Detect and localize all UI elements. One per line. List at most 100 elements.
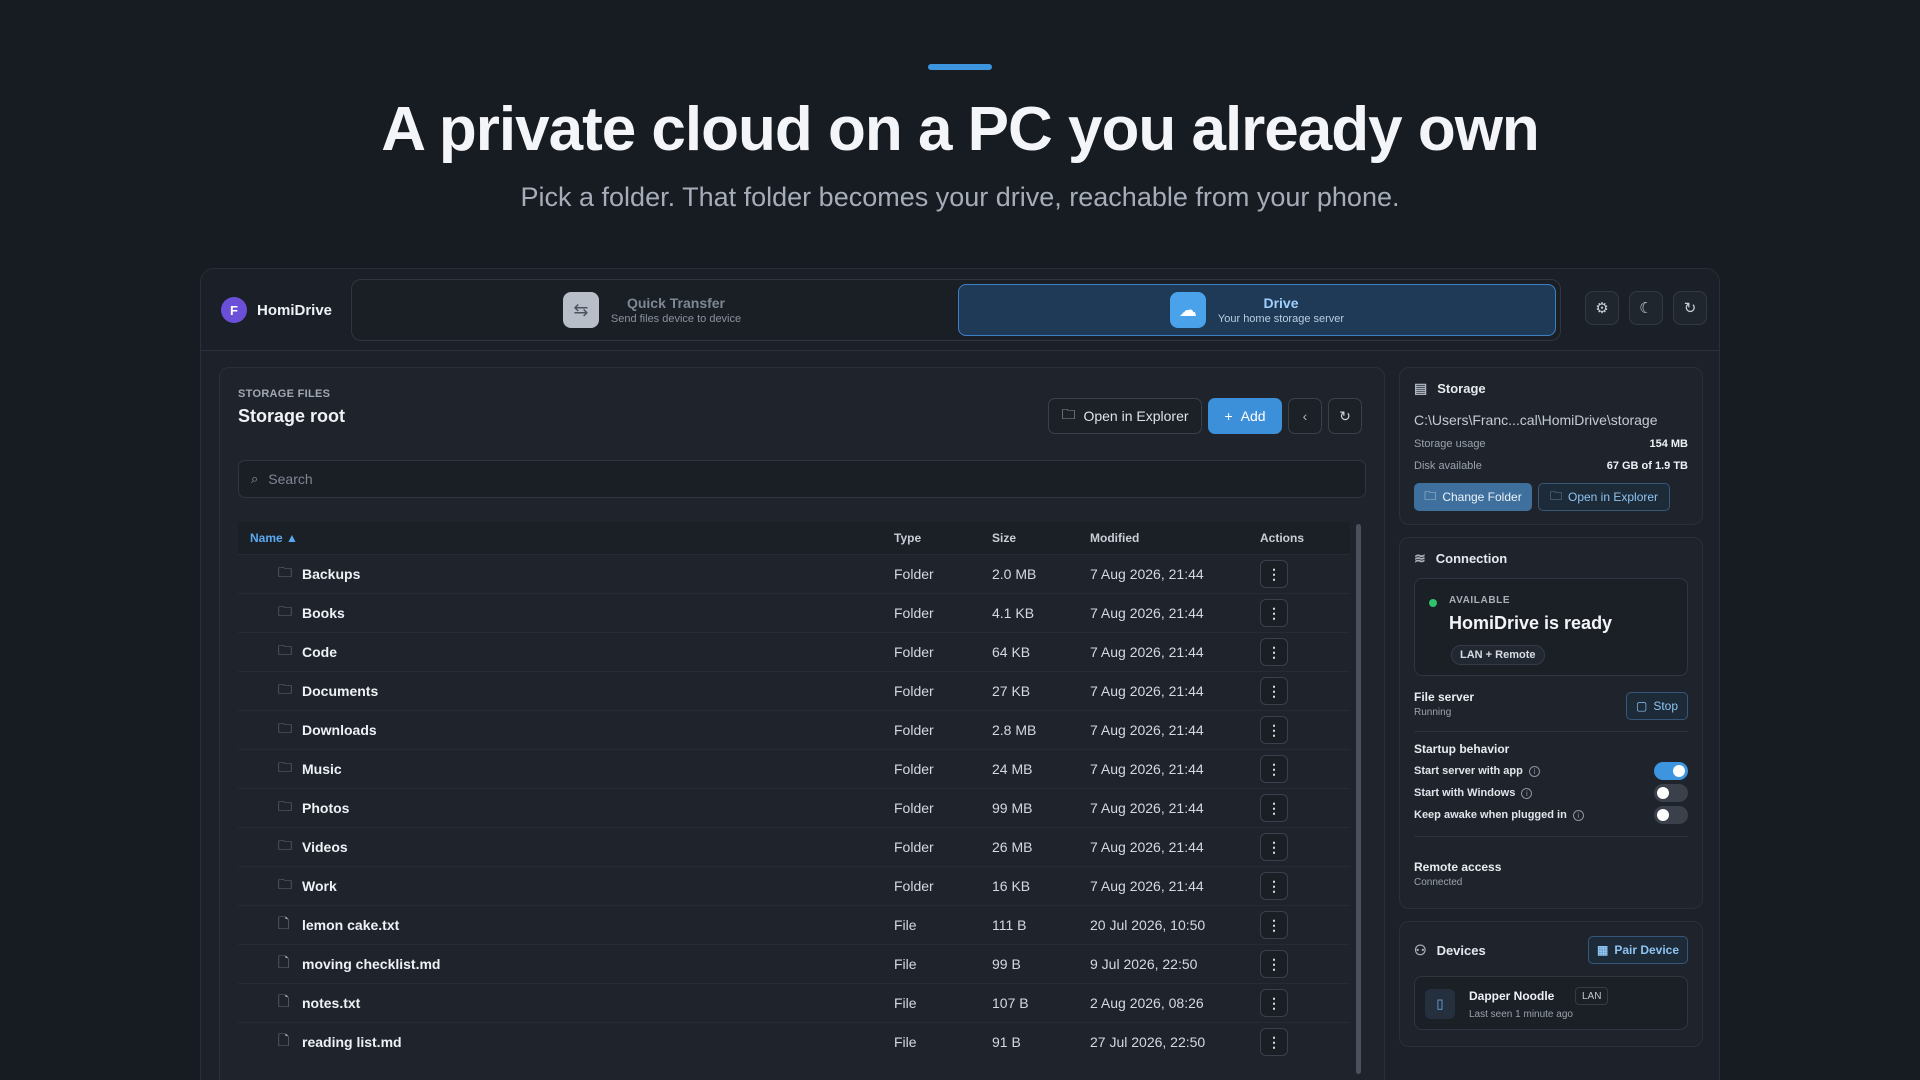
info-icon[interactable]: i	[1528, 765, 1540, 777]
toggle-switch[interactable]	[1654, 762, 1688, 780]
storage-open-in-explorer-button[interactable]: 🗀 Open in Explorer	[1538, 483, 1670, 511]
table-row[interactable]: 🗀 Books Folder 4.1 KB 7 Aug 2026, 21:44 ⋮	[238, 593, 1350, 632]
row-actions-button[interactable]: ⋮	[1260, 911, 1288, 939]
table-row[interactable]: 🗀 Code Folder 64 KB 7 Aug 2026, 21:44 ⋮	[238, 632, 1350, 671]
table-row[interactable]: 🗀 Downloads Folder 2.8 MB 7 Aug 2026, 21:44 ⋮	[238, 710, 1350, 749]
storage-path: C:\Users\Franc...cal\HomiDrive\storage	[1414, 412, 1658, 428]
table-row[interactable]: 🗀 Backups Folder 2.0 MB 7 Aug 2026, 21:44 ⋮	[238, 554, 1350, 593]
row-name: Work	[302, 878, 337, 894]
change-folder-button[interactable]: 🗀 Change Folder	[1414, 483, 1532, 511]
stop-server-button[interactable]: ▢ Stop	[1626, 692, 1688, 720]
folder-icon: 🗀	[278, 759, 292, 775]
table-row[interactable]: 🗋 notes.txt File 107 B 2 Aug 2026, 08:26 ⋮	[238, 983, 1350, 1022]
row-actions-button[interactable]: ⋮	[1260, 638, 1288, 666]
row-modified: 20 Jul 2026, 10:50	[1090, 917, 1206, 933]
row-actions-cell: ⋮	[1260, 1028, 1340, 1056]
table-row[interactable]: 🗀 Videos Folder 26 MB 7 Aug 2026, 21:44 ⋮	[238, 827, 1350, 866]
toggle-switch[interactable]	[1654, 806, 1688, 824]
row-name: Code	[302, 644, 337, 660]
table-row[interactable]: 🗋 lemon cake.txt File 111 B 20 Jul 2026, 10:…	[238, 905, 1350, 944]
column-name-header[interactable]: Name ▲	[238, 531, 894, 545]
toggle-label: Start with Windows	[1414, 787, 1516, 799]
row-actions-button[interactable]: ⋮	[1260, 989, 1288, 1017]
brand-name: HomiDrive	[257, 301, 333, 319]
table-row[interactable]: 🗀 Music Folder 24 MB 7 Aug 2026, 21:44 ⋮	[238, 749, 1350, 788]
table-scrollbar[interactable]	[1356, 524, 1361, 1074]
table-row[interactable]: 🗀 Documents Folder 27 KB 7 Aug 2026, 21:44 ⋮	[238, 671, 1350, 710]
theme-toggle-button[interactable]: ☾	[1629, 291, 1663, 325]
connection-title: Connection	[1435, 551, 1508, 566]
row-actions-button[interactable]: ⋮	[1260, 716, 1288, 744]
file-server-status: Running	[1414, 707, 1452, 718]
pair-device-button[interactable]: ▦ Pair Device	[1588, 936, 1688, 964]
column-type-header[interactable]: Type	[894, 531, 992, 545]
column-modified-header[interactable]: Modified	[1090, 531, 1260, 545]
storage-usage-row: Storage usage 154 MB	[1414, 438, 1688, 450]
row-actions-button[interactable]: ⋮	[1260, 599, 1288, 627]
row-actions-button[interactable]: ⋮	[1260, 560, 1288, 588]
row-name: moving checklist.md	[302, 956, 441, 972]
row-actions-cell: ⋮	[1260, 794, 1340, 822]
avatar[interactable]: F	[221, 297, 247, 323]
row-type: Folder	[894, 683, 934, 699]
storage-header: ▤ Storage	[1414, 380, 1486, 397]
info-icon[interactable]: i	[1521, 787, 1533, 799]
more-vertical-icon: ⋮	[1267, 877, 1281, 894]
cloud-icon: ☁	[1169, 292, 1206, 328]
toggle-switch[interactable]	[1654, 784, 1688, 802]
row-name-cell: 🗋 reading list.md	[238, 1030, 894, 1054]
table-row[interactable]: 🗋 moving checklist.md File 99 B 9 Jul 2026, …	[238, 944, 1350, 983]
row-size: 99 B	[992, 956, 1021, 972]
page-title: Storage root	[238, 406, 346, 426]
row-actions-button[interactable]: ⋮	[1260, 794, 1288, 822]
row-actions-button[interactable]: ⋮	[1260, 872, 1288, 900]
row-actions-button[interactable]: ⋮	[1260, 950, 1288, 978]
row-actions-button[interactable]: ⋮	[1260, 755, 1288, 783]
files-refresh-button[interactable]: ↻	[1328, 398, 1362, 434]
status-dot	[1429, 599, 1437, 607]
row-actions-cell: ⋮	[1260, 638, 1340, 666]
tab-quick-transfer-title: Quick Transfer	[626, 295, 726, 311]
divider	[1414, 836, 1688, 837]
open-in-explorer-button[interactable]: 🗀 Open in Explorer	[1048, 398, 1202, 434]
tab-drive[interactable]: ☁ Drive Your home storage server	[958, 284, 1556, 336]
row-type: Folder	[894, 878, 934, 894]
column-size-header[interactable]: Size	[992, 531, 1090, 545]
row-modified: 9 Jul 2026, 22:50	[1090, 956, 1198, 972]
settings-button[interactable]: ⚙	[1585, 291, 1619, 325]
row-type: File	[894, 995, 917, 1011]
toggle-label: Start server with app	[1414, 765, 1523, 777]
refresh-icon: ↻	[1683, 300, 1697, 317]
toggle-label-wrap: Start server with app i	[1414, 765, 1540, 777]
table-row[interactable]: 🗋 reading list.md File 91 B 27 Jul 2026, 22:…	[238, 1022, 1350, 1061]
folder-icon: 🗀	[278, 876, 292, 892]
row-size: 2.8 MB	[992, 722, 1037, 738]
row-name: Backups	[302, 566, 361, 582]
row-actions-button[interactable]: ⋮	[1260, 833, 1288, 861]
row-actions-cell: ⋮	[1260, 716, 1340, 744]
row-modified: 7 Aug 2026, 21:44	[1090, 644, 1204, 660]
more-vertical-icon: ⋮	[1267, 565, 1281, 582]
tab-quick-transfer[interactable]: ⇆ Quick Transfer Send files device to de…	[356, 284, 948, 336]
app-refresh-button[interactable]: ↻	[1673, 291, 1707, 325]
add-button[interactable]: + Add	[1208, 398, 1282, 434]
table-body: 🗀 Backups Folder 2.0 MB 7 Aug 2026, 21:44 ⋮ 🗀 B…	[238, 554, 1350, 1061]
storage-title: Storage	[1437, 381, 1486, 396]
back-button[interactable]: ‹	[1288, 398, 1322, 434]
info-icon[interactable]: i	[1572, 809, 1584, 821]
table-row[interactable]: 🗀 Work Folder 16 KB 7 Aug 2026, 21:44 ⋮	[238, 866, 1350, 905]
device-item[interactable]: ▯ Dapper Noodle LAN Last seen 1 minute a…	[1414, 976, 1688, 1030]
more-vertical-icon: ⋮	[1267, 643, 1281, 660]
search-input[interactable]	[268, 471, 1349, 487]
remote-access-title: Remote access	[1414, 860, 1502, 874]
row-actions-button[interactable]: ⋮	[1260, 677, 1288, 705]
files-panel: STORAGE FILES Storage root 🗀 Open in Exp…	[219, 367, 1385, 1080]
table-row[interactable]: 🗀 Photos Folder 99 MB 7 Aug 2026, 21:44 ⋮	[238, 788, 1350, 827]
row-modified: 7 Aug 2026, 21:44	[1090, 605, 1204, 621]
row-size: 107 B	[992, 995, 1029, 1011]
search-bar: ⌕	[238, 460, 1366, 498]
more-vertical-icon: ⋮	[1267, 604, 1281, 621]
device-last-seen: Last seen 1 minute ago	[1469, 1009, 1573, 1020]
folder-icon: 🗀	[1424, 488, 1437, 503]
row-actions-button[interactable]: ⋮	[1260, 1028, 1288, 1056]
